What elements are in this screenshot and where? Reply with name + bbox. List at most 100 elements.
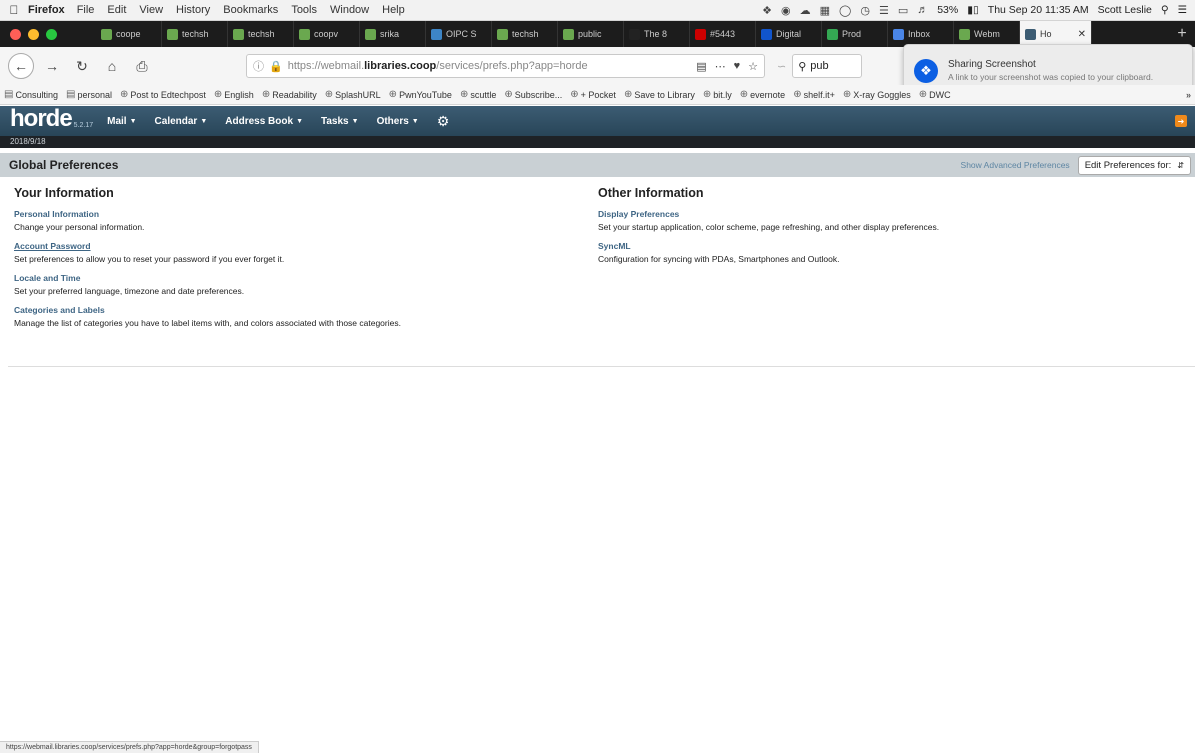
url-path: /services/prefs.php?app=horde bbox=[436, 60, 588, 72]
new-tab-button[interactable]: + bbox=[1169, 25, 1195, 43]
menu-others[interactable]: Others ▼ bbox=[377, 116, 419, 127]
bookmark-item[interactable]: ⊕ Subscribe... bbox=[504, 89, 562, 100]
bookmark-item[interactable]: ⊕ PwnYouTube bbox=[389, 89, 452, 100]
globe-icon: ⊕ bbox=[842, 89, 852, 100]
pref-description: Set preferences to allow you to reset yo… bbox=[14, 254, 285, 264]
tray-app-icon[interactable]: ▦ bbox=[820, 4, 830, 17]
bookmark-item[interactable]: ⊕ English bbox=[214, 89, 254, 100]
app-menu[interactable]: Firefox bbox=[28, 4, 65, 16]
battery-icon[interactable]: ▮▯ bbox=[967, 4, 979, 16]
display-preferences-link[interactable]: Display Preferences bbox=[598, 209, 1178, 219]
horde-logo[interactable]: horde bbox=[10, 105, 73, 133]
globe-icon: ⊕ bbox=[918, 89, 928, 100]
search-box[interactable]: ⚲ pub bbox=[792, 54, 863, 78]
select-arrows-icon: ⇵ bbox=[1177, 160, 1184, 170]
browser-tab[interactable]: public bbox=[558, 21, 624, 47]
bookmark-item[interactable]: ▤ Consulting bbox=[4, 89, 58, 100]
notification-center-icon[interactable]: ☰ bbox=[1178, 4, 1187, 16]
tray-app-icon[interactable]: ❖ bbox=[762, 4, 772, 17]
menu-file[interactable]: File bbox=[77, 4, 95, 16]
search-icon: ⚲ bbox=[798, 60, 807, 73]
browser-tab[interactable]: The 8 bbox=[624, 21, 690, 47]
browser-tab[interactable]: techsh bbox=[228, 21, 294, 47]
gear-icon[interactable]: ⚙ bbox=[437, 113, 450, 130]
wifi-icon[interactable]: ☰ bbox=[879, 4, 889, 17]
browser-tab[interactable]: Prod bbox=[822, 21, 888, 47]
back-button[interactable]: ← bbox=[8, 53, 34, 79]
lock-icon[interactable]: 🔒 bbox=[269, 60, 283, 73]
close-tab-icon[interactable]: ✕ bbox=[1078, 29, 1086, 40]
menu-tools[interactable]: Tools bbox=[291, 4, 317, 16]
browser-tab[interactable]: #5443 bbox=[690, 21, 756, 47]
edit-preferences-select[interactable]: Edit Preferences for: ⇵ bbox=[1077, 155, 1191, 175]
tray-app-icon[interactable]: ◉ bbox=[781, 4, 791, 17]
bookmark-item[interactable]: ⊕ scuttle bbox=[460, 89, 496, 100]
info-icon[interactable]: ⓘ bbox=[253, 58, 264, 74]
tray-app-icon[interactable]: ◯ bbox=[839, 4, 851, 17]
browser-tab[interactable]: techsh bbox=[492, 21, 558, 47]
url-bar[interactable]: ⓘ 🔒 https://webmail.libraries.coop/servi… bbox=[246, 54, 765, 78]
menu-window[interactable]: Window bbox=[330, 4, 369, 16]
tab-label: Prod bbox=[842, 29, 862, 39]
bookmark-item[interactable]: ⊕ Readability bbox=[262, 89, 317, 100]
reader-view-icon[interactable]: ▤ bbox=[696, 60, 706, 73]
browser-tab[interactable]: coope bbox=[96, 21, 162, 47]
spotlight-icon[interactable]: ⚲ bbox=[1161, 4, 1169, 16]
bookmark-item[interactable]: ⊕ bit.ly bbox=[703, 89, 732, 100]
user-name[interactable]: Scott Leslie bbox=[1098, 4, 1152, 16]
browser-tab[interactable]: srika bbox=[360, 21, 426, 47]
menu-calendar[interactable]: Calendar ▼ bbox=[155, 116, 208, 127]
volume-icon[interactable]: ♬ bbox=[917, 4, 928, 17]
zoom-window-button[interactable] bbox=[46, 28, 57, 40]
menu-history[interactable]: History bbox=[176, 4, 210, 16]
bookmarks-overflow-icon[interactable]: » bbox=[1186, 90, 1191, 100]
rss-icon[interactable]: ∽ bbox=[777, 60, 786, 73]
airplay-icon[interactable]: ▭ bbox=[898, 4, 908, 17]
page-actions-icon[interactable]: ⋯ bbox=[715, 60, 726, 73]
clock[interactable]: Thu Sep 20 11:35 AM bbox=[988, 4, 1089, 16]
menu-view[interactable]: View bbox=[139, 4, 163, 16]
browser-tab[interactable]: techsh bbox=[162, 21, 228, 47]
account-password-link[interactable]: Account Password bbox=[14, 241, 574, 251]
close-window-button[interactable] bbox=[10, 28, 21, 40]
time-machine-icon[interactable]: ◷ bbox=[860, 4, 870, 17]
pocket-icon[interactable]: ♥ bbox=[734, 60, 741, 73]
reload-button[interactable]: ↻ bbox=[70, 54, 94, 78]
bookmark-star-icon[interactable]: ☆ bbox=[748, 60, 758, 73]
print-button[interactable]: ⎙ bbox=[130, 54, 154, 78]
locale-and-time-link[interactable]: Locale and Time bbox=[14, 273, 574, 283]
menu-bookmarks[interactable]: Bookmarks bbox=[223, 4, 278, 16]
bookmark-item[interactable]: ⊕ X-ray Goggles bbox=[843, 89, 911, 100]
apple-menu-icon[interactable]:  bbox=[0, 3, 28, 17]
menu-address-book[interactable]: Address Book ▼ bbox=[225, 116, 303, 127]
minimize-window-button[interactable] bbox=[28, 28, 39, 40]
menu-edit[interactable]: Edit bbox=[107, 4, 126, 16]
home-button[interactable]: ⌂ bbox=[100, 54, 124, 78]
bookmark-item[interactable]: ▤ personal bbox=[66, 89, 112, 100]
browser-tab[interactable]: Digital bbox=[756, 21, 822, 47]
logout-icon[interactable]: ➜ bbox=[1175, 115, 1187, 127]
categories-and-labels-link[interactable]: Categories and Labels bbox=[14, 305, 574, 315]
menu-tasks[interactable]: Tasks ▼ bbox=[321, 116, 359, 127]
pref-group: Categories and Labels Manage the list of… bbox=[14, 305, 574, 328]
bookmark-item[interactable]: ⊕ Post to Edtechpost bbox=[120, 89, 206, 100]
bookmark-item[interactable]: ⊕ shelf.it+ bbox=[793, 89, 835, 100]
show-advanced-link[interactable]: Show Advanced Preferences bbox=[961, 160, 1070, 170]
browser-tab[interactable]: coopv bbox=[294, 21, 360, 47]
menu-mail[interactable]: Mail ▼ bbox=[107, 116, 136, 127]
bookmark-item[interactable]: ⊕ evernote bbox=[740, 89, 785, 100]
menu-help[interactable]: Help bbox=[382, 4, 405, 16]
bookmark-item[interactable]: ⊕ DWC bbox=[919, 89, 951, 100]
bookmark-item[interactable]: ⊕ + Pocket bbox=[570, 89, 616, 100]
forward-button[interactable]: → bbox=[40, 54, 64, 78]
personal-information-link[interactable]: Personal Information bbox=[14, 209, 574, 219]
bookmark-label: personal bbox=[77, 89, 112, 100]
browser-tab[interactable]: OIPC S bbox=[426, 21, 492, 47]
battery-percent[interactable]: 53% bbox=[937, 4, 958, 16]
bookmark-item[interactable]: ⊕ SplashURL bbox=[325, 89, 381, 100]
cloud-icon[interactable]: ☁ bbox=[800, 4, 811, 17]
status-bar: https://webmail.libraries.coop/services/… bbox=[0, 741, 259, 753]
syncml-link[interactable]: SyncML bbox=[598, 241, 1178, 251]
bookmark-item[interactable]: ⊕ Save to Library bbox=[624, 89, 695, 100]
globe-icon: ⊕ bbox=[623, 89, 633, 100]
